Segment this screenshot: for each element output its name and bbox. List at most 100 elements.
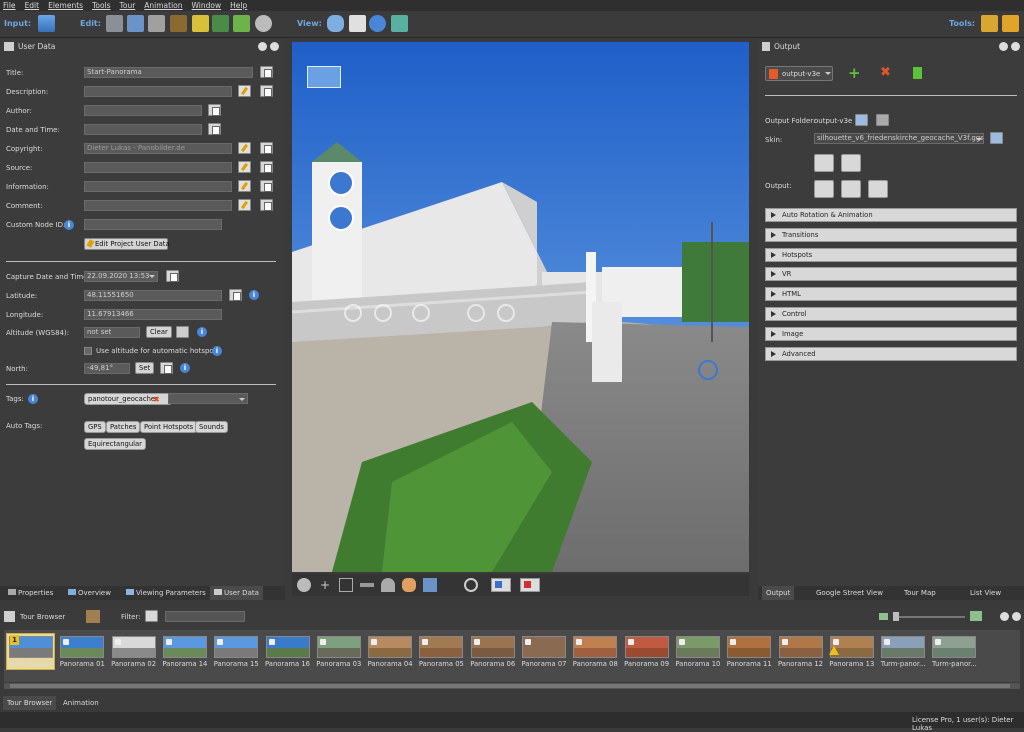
copy-icon[interactable]: [160, 362, 173, 374]
crosshair-icon[interactable]: [374, 304, 392, 322]
date-time-field[interactable]: [84, 124, 202, 135]
tab-output[interactable]: Output: [762, 586, 795, 600]
tab-tour-map[interactable]: Tour Map: [900, 586, 940, 600]
info-icon[interactable]: i: [180, 363, 190, 373]
panorama-viewer[interactable]: [292, 42, 749, 572]
close-icon[interactable]: [270, 42, 279, 51]
remove-output-icon[interactable]: ✖: [880, 66, 891, 80]
settings-icon[interactable]: [255, 15, 272, 32]
build-gear-icon[interactable]: [814, 180, 834, 198]
panorama-thumbnail[interactable]: [881, 636, 926, 658]
longitude-field[interactable]: 11.67913466: [84, 309, 222, 320]
delete-icon[interactable]: [876, 114, 889, 126]
close-icon[interactable]: [1011, 42, 1020, 51]
custom-node-id-field[interactable]: [84, 219, 222, 230]
info-icon[interactable]: i: [64, 220, 74, 230]
section-transitions[interactable]: Transitions: [765, 228, 1017, 242]
info-icon[interactable]: i: [249, 290, 259, 300]
section-hotspots[interactable]: Hotspots: [765, 248, 1017, 262]
section-image[interactable]: Image: [765, 327, 1017, 341]
menu-file[interactable]: File: [3, 1, 16, 10]
section-advanced[interactable]: Advanced: [765, 347, 1017, 361]
open-folder-icon[interactable]: [855, 114, 868, 126]
chevron-down-icon[interactable]: [149, 275, 155, 278]
preview-monitor-icon[interactable]: [841, 180, 861, 198]
tab-list-view[interactable]: List View: [966, 586, 1005, 600]
view-eye-icon[interactable]: [391, 15, 408, 32]
pick-altitude-icon[interactable]: [176, 326, 189, 338]
panorama-thumbnail[interactable]: [60, 636, 105, 658]
section-html[interactable]: HTML: [765, 287, 1017, 301]
skin-icon[interactable]: [192, 15, 209, 32]
title-field[interactable]: Start-Panorama: [84, 67, 253, 78]
map-icon[interactable]: [233, 15, 250, 32]
use-altitude-checkbox[interactable]: [84, 347, 92, 355]
crosshair-toggle-icon[interactable]: +: [318, 578, 332, 592]
add-output-icon[interactable]: +: [848, 66, 861, 81]
copy-icon[interactable]: [260, 199, 273, 211]
scrollbar-thumb[interactable]: [10, 684, 1010, 688]
copy-icon[interactable]: [260, 66, 273, 78]
tab-overview[interactable]: Overview: [64, 586, 115, 600]
frame-icon[interactable]: [148, 15, 165, 32]
source-field[interactable]: [84, 162, 232, 173]
panorama-thumbnail[interactable]: [214, 636, 259, 658]
thumb-size-slider[interactable]: [895, 616, 965, 618]
comment-field[interactable]: [84, 200, 232, 211]
info-icon[interactable]: i: [212, 346, 222, 356]
panorama-thumbnail[interactable]: [675, 636, 720, 658]
projection-icon[interactable]: [127, 15, 144, 32]
north-field[interactable]: -49,81°: [84, 363, 130, 374]
tag-input[interactable]: [168, 393, 248, 404]
remove-tag-icon[interactable]: ✖: [153, 396, 160, 404]
tree-icon[interactable]: [170, 15, 187, 32]
menu-help[interactable]: Help: [230, 1, 247, 10]
hand-icon[interactable]: [402, 578, 416, 592]
panorama-thumbnail[interactable]: [368, 636, 413, 658]
panorama-thumbnail[interactable]: [111, 636, 156, 658]
author-field[interactable]: [84, 105, 202, 116]
hotspot-panorama-icon[interactable]: [307, 66, 341, 88]
hotspot-sound-icon[interactable]: [328, 205, 354, 231]
menu-edit[interactable]: Edit: [25, 1, 40, 10]
float-icon[interactable]: [258, 42, 267, 51]
panorama-thumbnail[interactable]: [778, 636, 823, 658]
copy-icon[interactable]: [260, 161, 273, 173]
panorama-thumbnail[interactable]: [470, 636, 515, 658]
tab-viewing-parameters[interactable]: Viewing Parameters: [122, 586, 210, 600]
clear-button[interactable]: Clear: [146, 326, 172, 338]
sort-icon[interactable]: [86, 610, 100, 623]
copy-icon[interactable]: [166, 270, 179, 282]
menu-window[interactable]: Window: [192, 1, 222, 10]
info-icon[interactable]: i: [197, 327, 207, 337]
filter-tag-icon[interactable]: [145, 610, 158, 622]
menu-animation[interactable]: Animation: [144, 1, 182, 10]
tab-google-street-view[interactable]: Google Street View: [812, 586, 887, 600]
float-icon[interactable]: [999, 42, 1008, 51]
edit-pencil-icon[interactable]: [238, 199, 251, 211]
chevron-down-icon[interactable]: [239, 398, 245, 401]
close-icon[interactable]: [1012, 612, 1021, 621]
panorama-thumbnail[interactable]: [162, 636, 207, 658]
copy-icon[interactable]: [260, 142, 273, 154]
altitude-field[interactable]: not set: [84, 327, 140, 338]
target-icon[interactable]: [464, 578, 478, 592]
tab-animation[interactable]: Animation: [59, 696, 103, 710]
capture-date-field[interactable]: 22.09.2020 13:53: [84, 271, 158, 282]
skin-tools-icon[interactable]: [841, 154, 861, 172]
edit-pencil-icon[interactable]: [238, 85, 251, 97]
tab-user-data[interactable]: User Data: [210, 586, 263, 600]
skin-editor-star-icon[interactable]: [814, 154, 834, 172]
tab-properties[interactable]: Properties: [4, 586, 57, 600]
section-vr[interactable]: VR: [765, 267, 1017, 281]
edit-pencil-icon[interactable]: [238, 161, 251, 173]
globe-icon[interactable]: [369, 15, 386, 32]
panorama-thumbnail[interactable]: [316, 636, 361, 658]
horn-tool-icon[interactable]: [1002, 15, 1019, 32]
crosshair-icon[interactable]: [344, 304, 362, 322]
crosshair-icon[interactable]: [412, 304, 430, 322]
package-icon[interactable]: [868, 180, 888, 198]
funnel-icon[interactable]: [381, 578, 395, 592]
filter-select[interactable]: [165, 611, 245, 622]
info-icon[interactable]: i: [28, 394, 38, 404]
